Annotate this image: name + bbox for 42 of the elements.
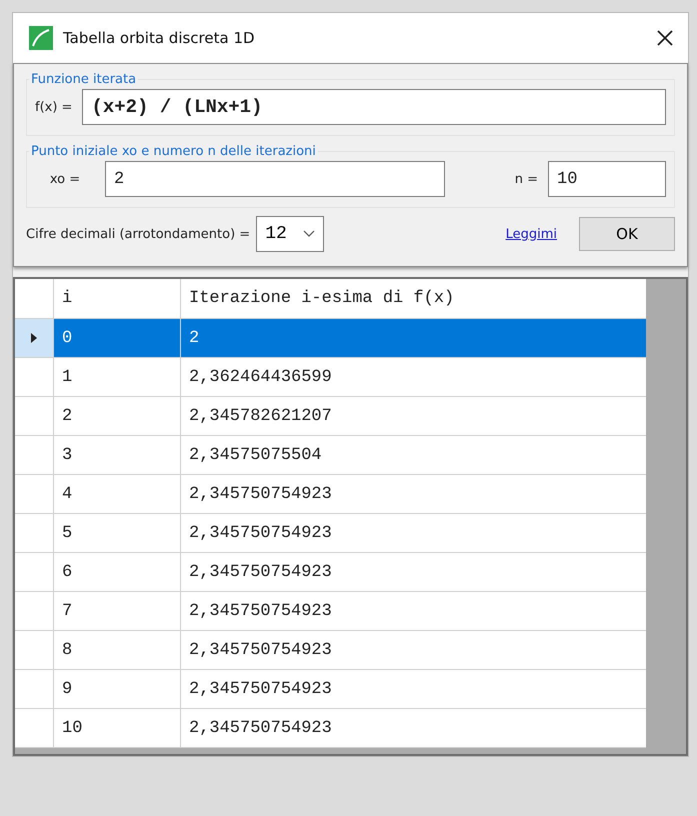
table-cell: 6 — [54, 553, 181, 591]
table-cell: 2 — [54, 397, 181, 435]
close-icon[interactable] — [656, 29, 674, 47]
ok-button[interactable]: OK — [579, 217, 675, 251]
xo-field[interactable]: 2 — [105, 161, 445, 197]
n-label: n = — [514, 172, 538, 186]
app-icon — [29, 26, 53, 50]
current-row-icon — [31, 333, 37, 343]
decimals-dropdown[interactable]: 12 — [256, 216, 324, 252]
table-cell: 1 — [54, 358, 181, 396]
table-cell-text: 2,345782621207 — [188, 406, 333, 428]
chevron-icon — [302, 230, 315, 238]
function-label: f(x) = — [35, 100, 72, 114]
table-cell-text: 2,345750754923 — [188, 678, 333, 700]
table-cell-text: 2,345750754923 — [188, 640, 333, 662]
table-cell-text: 2,345750754923 — [188, 484, 333, 506]
group-legend: Punto iniziale xo e numero n delle iterazioni — [29, 144, 318, 159]
xo-label: xo = — [48, 172, 82, 186]
table-cell-text: 2,345750754923 — [188, 522, 333, 544]
n-field[interactable]: 10 — [548, 161, 666, 197]
table-cell: 10 — [54, 709, 181, 747]
table-cell: 9 — [54, 670, 181, 708]
table-cell: 2 — [181, 319, 646, 357]
table-cell-text: 2,34575075504 — [188, 444, 323, 466]
table-cell-text: 2,362464436599 — [188, 366, 333, 388]
table-cell-text: 2,345750754923 — [188, 718, 333, 740]
readme-link[interactable]: Leggimi — [506, 226, 557, 242]
table-cell: 4 — [54, 475, 181, 513]
column-header[interactable]: i — [54, 279, 181, 318]
table-cell-text: 2,345750754923 — [188, 600, 333, 622]
table-cell: 0 — [54, 319, 181, 357]
row-header[interactable] — [15, 319, 54, 357]
column-header[interactable]: Iterazione i-esima di f(x) — [181, 279, 646, 318]
window-title: Tabella orbita discreta 1D — [63, 29, 256, 47]
table-cell: 8 — [54, 631, 181, 669]
function-field[interactable]: (x+2) / (LNx+1) — [82, 89, 666, 125]
table-cell: 7 — [54, 592, 181, 630]
decimals-label: Cifre decimali (arrotondamento) = — [26, 226, 250, 242]
table-cell-text: 2,345750754923 — [188, 562, 333, 584]
table-cell: 3 — [54, 436, 181, 474]
table-cell: 5 — [54, 514, 181, 552]
group-legend: Funzione iterata — [29, 72, 138, 87]
